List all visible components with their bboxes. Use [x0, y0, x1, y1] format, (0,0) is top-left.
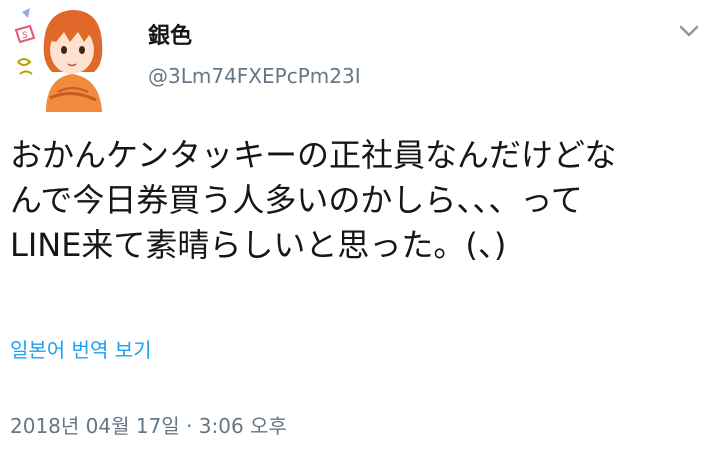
- chevron-down-icon[interactable]: [676, 18, 702, 44]
- avatar[interactable]: S: [8, 2, 120, 112]
- svg-text:S: S: [22, 31, 28, 41]
- author-handle[interactable]: @3Lm74FXEPcPm23I: [148, 64, 361, 88]
- author-display-name[interactable]: 銀色: [148, 24, 192, 50]
- avatar-illustration: S: [14, 8, 103, 112]
- translate-link[interactable]: 일본어 번역 보기: [10, 334, 152, 363]
- tweet-timestamp[interactable]: 2018년 04월 17일 · 3:06 오후: [10, 410, 287, 439]
- tweet-text: おかんケンタッキーの正社員なんだけどな んで今日券買う人多いのかしら、、、って …: [10, 136, 617, 264]
